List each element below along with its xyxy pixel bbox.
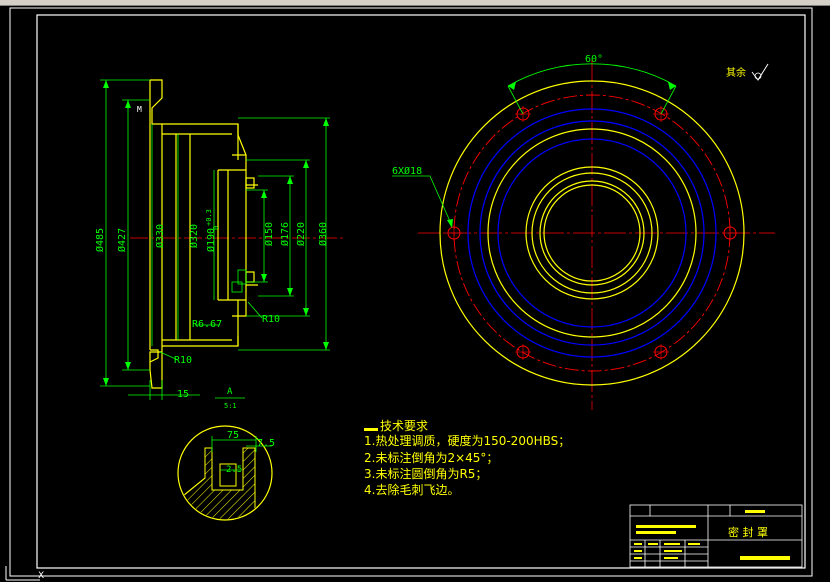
- part-outline: [149, 79, 258, 389]
- tech-req-item-1: 1.热处理调质，硬度为150-200HBS；: [364, 433, 570, 448]
- dim-d427: Ø427: [116, 228, 128, 252]
- tech-req-item-4: 4.去除毛刺飞边。: [364, 482, 459, 497]
- drawing-svg: Ø485 Ø427 Ø330 Ø320 Ø190 +0.3 0 Ø150 Ø17…: [9, 7, 813, 577]
- title-block: 密 封 罩: [629, 504, 803, 568]
- tech-req-item-3: 3.未标注圆倒角为R5；: [364, 466, 487, 481]
- marker-m: M: [137, 105, 142, 114]
- dim-holes-6x18: 6XØ18: [392, 165, 422, 177]
- dim-d176: Ø176: [279, 222, 291, 246]
- dim-d190-tol2: 0: [212, 226, 220, 230]
- dim-d220: Ø220: [295, 222, 307, 246]
- dim-w15: 15: [177, 389, 189, 400]
- dim-d190: Ø190: [205, 228, 217, 252]
- tech-requirements: 技术要求 1.热处理调质，硬度为150-200HBS； 2.未标注倒角为2×45…: [364, 419, 570, 497]
- dim-r10-a: R10: [174, 355, 192, 366]
- detail-dim-75: 75: [227, 430, 239, 441]
- detail-dim-2-5: 2.5: [226, 465, 242, 475]
- tech-req-title: 技术要求: [380, 419, 428, 433]
- dim-d320: Ø320: [188, 224, 200, 248]
- dim-d330: Ø330: [154, 224, 166, 248]
- dim-d485: Ø485: [94, 228, 106, 252]
- dim-d150: Ø150: [263, 222, 275, 246]
- side-view: [100, 79, 345, 400]
- front-view: [392, 60, 775, 410]
- dim-r6: R6.67: [192, 319, 222, 330]
- tech-req-item-2: 2.未标注倒角为2×45°；: [364, 450, 498, 465]
- svg-text:X: X: [38, 571, 44, 581]
- detail-dim-7-5: 7.5: [257, 438, 275, 449]
- ucs-axis-icon: X: [5, 566, 44, 581]
- dim-angle-60: 60°: [585, 54, 603, 65]
- cad-drawing-canvas[interactable]: Ø485 Ø427 Ø330 Ø320 Ø190 +0.3 0 Ø150 Ø17…: [0, 0, 830, 582]
- roughness-other: 其余: [726, 66, 746, 79]
- section-label-a: A: [227, 387, 233, 397]
- dim-d360: Ø360: [317, 222, 329, 246]
- part-name: 密 封 罩: [728, 525, 768, 539]
- dim-r10-b: R10: [262, 314, 280, 325]
- section-label-scale: 5:1: [224, 402, 237, 410]
- dim-d190-tol: +0.3: [205, 209, 213, 226]
